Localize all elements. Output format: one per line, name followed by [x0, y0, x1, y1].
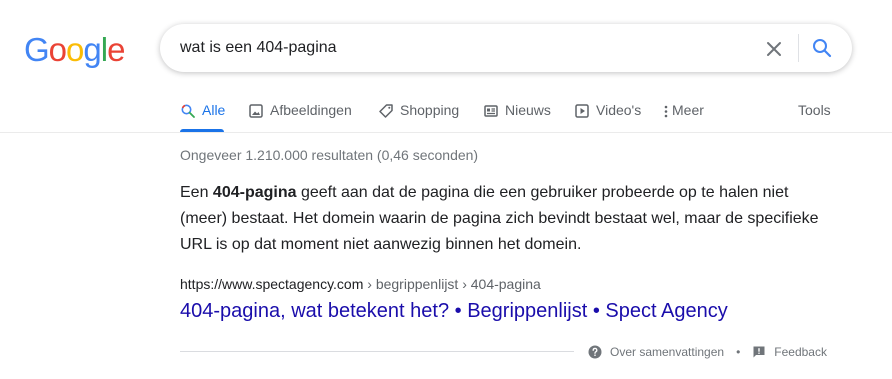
result-breadcrumb: › begrippenlijst › 404-pagina — [363, 276, 541, 292]
logo-letter: e — [107, 31, 125, 68]
tab-label: Alle — [202, 102, 226, 118]
result-url[interactable]: https://www.spectagency.com › begrippenl… — [180, 276, 541, 292]
search-input[interactable]: wat is een 404-pagina — [180, 38, 337, 58]
tab-label: Meer — [672, 102, 704, 118]
help-icon — [588, 345, 602, 359]
result-title-link[interactable]: 404-pagina, wat betekent het? • Begrippe… — [180, 298, 728, 324]
feedback-icon — [753, 346, 765, 358]
search-icon — [813, 39, 832, 58]
feedback-label: Feedback — [774, 345, 827, 359]
feedback-link[interactable]: Feedback — [752, 345, 827, 359]
logo-letter: o — [66, 31, 84, 68]
about-snippets-link[interactable]: Over samenvattingen — [588, 345, 724, 359]
google-logo[interactable]: Google — [24, 30, 125, 70]
news-icon — [484, 105, 498, 117]
tab-alle[interactable]: Alle — [180, 102, 225, 132]
tab-label: Video's — [596, 102, 642, 118]
search-button[interactable] — [810, 36, 834, 60]
snippet-highlight: 404-pagina — [212, 184, 297, 201]
tab-afbeeldingen[interactable]: Afbeeldingen — [248, 102, 352, 132]
header-divider — [0, 132, 892, 133]
featured-snippet: Een 404-pagina geeft aan dat de pagina d… — [180, 180, 820, 258]
about-snippets-label: Over samenvattingen — [610, 345, 725, 359]
search-box[interactable]: wat is een 404-pagina — [160, 24, 852, 72]
logo-letter: o — [48, 31, 67, 68]
tab-meer[interactable]: Meer — [662, 102, 704, 132]
tab-label: Afbeeldingen — [270, 102, 352, 118]
footer-separator: • — [736, 345, 741, 359]
more-vert-icon — [664, 105, 668, 118]
snippet-footer: Over samenvattingen • Feedback — [588, 343, 827, 361]
close-icon — [767, 42, 781, 56]
search-tabs: Alle Afbeeldingen Shopping Nieuws Video'… — [0, 96, 892, 132]
clear-search-button[interactable] — [762, 37, 786, 61]
tab-label: Nieuws — [505, 102, 551, 118]
logo-letter: G — [24, 31, 50, 68]
logo-letter: g — [83, 31, 101, 68]
tag-icon — [379, 104, 393, 118]
tab-videos[interactable]: Video's — [574, 102, 641, 132]
tab-shopping[interactable]: Shopping — [378, 102, 459, 132]
image-icon — [249, 104, 263, 118]
result-stats: Ongeveer 1.210.000 resultaten (0,46 seco… — [180, 147, 479, 163]
result-domain: https://www.spectagency.com — [180, 276, 364, 292]
snippet-text: Een — [180, 184, 213, 201]
tools-label: Tools — [798, 102, 831, 118]
play-icon — [575, 104, 589, 118]
tab-label: Shopping — [400, 102, 460, 118]
tab-nieuws[interactable]: Nieuws — [483, 102, 551, 132]
tools-button[interactable]: Tools — [798, 102, 831, 132]
search-icon — [181, 104, 195, 118]
search-divider — [798, 34, 799, 62]
snippet-divider — [180, 351, 574, 352]
